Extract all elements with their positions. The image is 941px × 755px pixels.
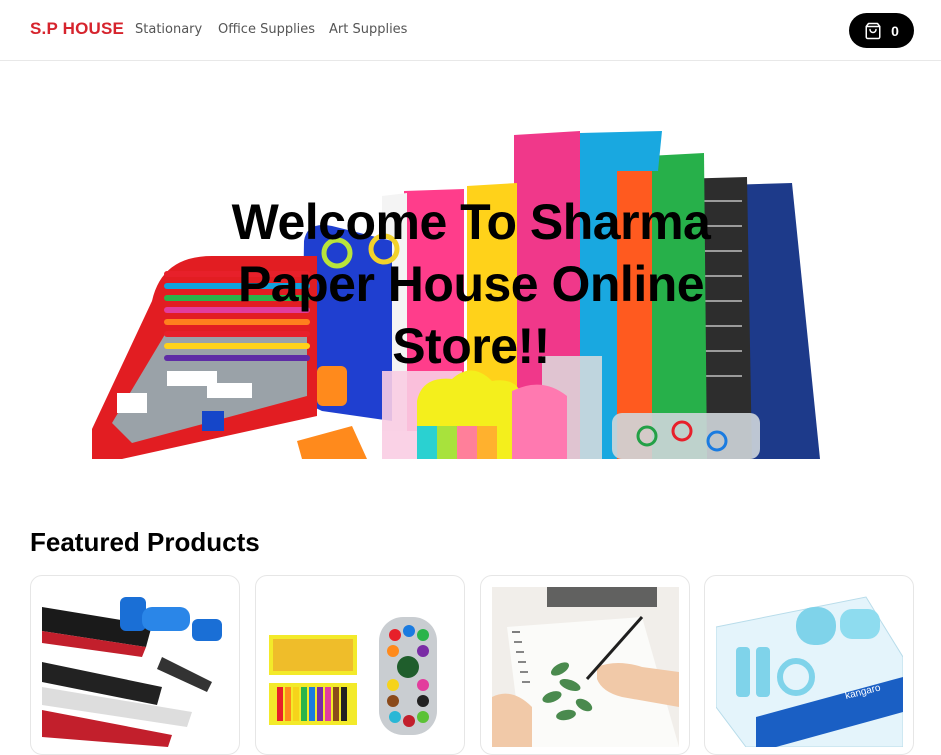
nav-link-stationary[interactable]: Stationary (135, 22, 202, 37)
brand-logo[interactable]: S.P HOUSE (30, 19, 124, 39)
product-card[interactable] (30, 575, 240, 755)
product-image-pencils[interactable] (42, 587, 229, 747)
product-card[interactable]: kangaro (704, 575, 914, 755)
nav-link-office-supplies[interactable]: Office Supplies (218, 22, 315, 37)
product-card[interactable] (480, 575, 690, 755)
hero-title: Welcome To Sharma Paper House Online Sto… (231, 194, 711, 374)
product-image-watercolors[interactable] (267, 587, 454, 747)
shopping-bag-icon (864, 22, 882, 40)
cart-count: 0 (891, 22, 899, 39)
navbar: S.P HOUSE Stationary Office Supplies Art… (0, 0, 941, 61)
product-image-kangaro-set[interactable]: kangaro (716, 587, 903, 747)
product-image-painting[interactable] (492, 587, 679, 747)
nav-link-art-supplies[interactable]: Art Supplies (329, 22, 407, 37)
product-card[interactable] (255, 575, 465, 755)
featured-products-title: Featured Products (30, 527, 260, 557)
cart-button[interactable]: 0 (849, 13, 914, 48)
